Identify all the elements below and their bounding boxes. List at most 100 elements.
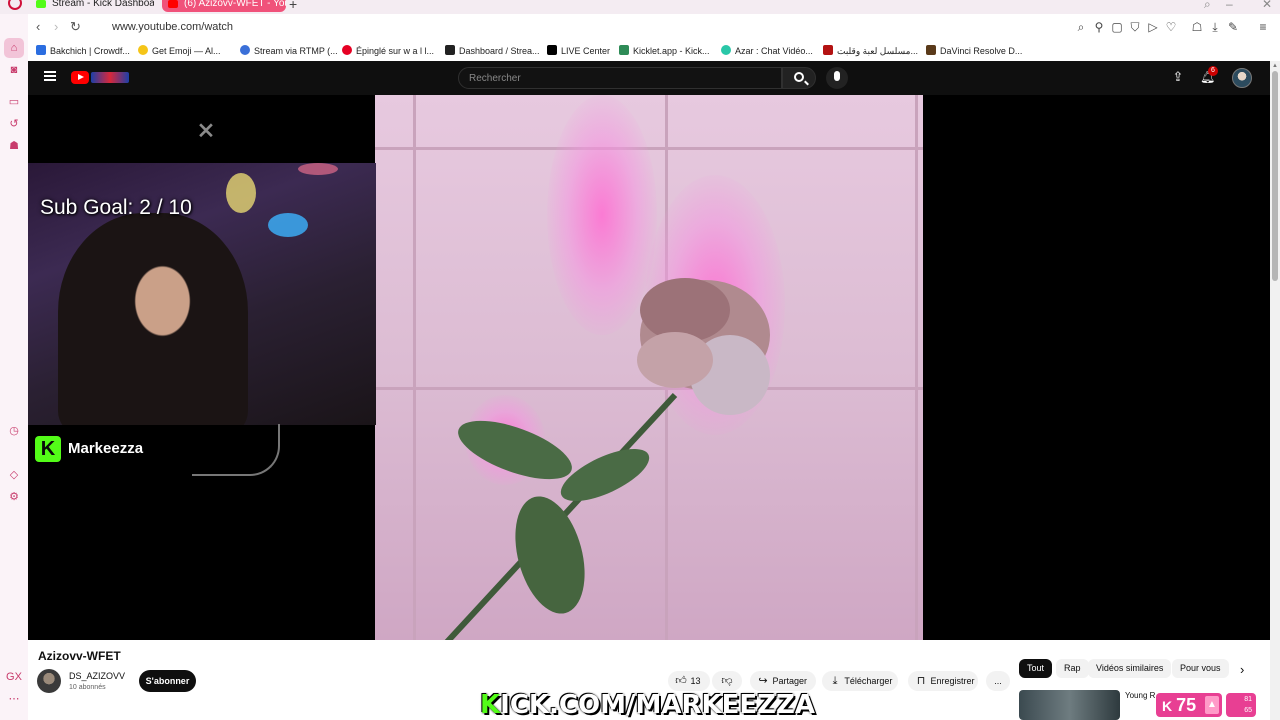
dislike-button[interactable]: 👎︎: [712, 671, 742, 691]
youtube-masthead: ⇪ 🔔︎ 6: [28, 61, 1270, 95]
wallet-icon[interactable]: ☖: [1190, 20, 1204, 34]
youtube-logo-icon[interactable]: [71, 71, 89, 84]
streamer-webcam: [58, 213, 248, 425]
video-title: Azizovv-WFET: [38, 649, 121, 663]
scroll-up-icon[interactable]: ▲: [1272, 63, 1278, 69]
search-box: [458, 67, 782, 89]
bookmark-favicon-icon: [445, 45, 455, 55]
page-scrollbar[interactable]: ▲: [1270, 61, 1280, 720]
tab-youtube-video[interactable]: (6) Azizovv-WFET - YouT...: [162, 0, 286, 12]
share-button[interactable]: ↪ Partager: [750, 671, 816, 691]
gamepad-icon[interactable]: ◙: [6, 63, 22, 77]
pinboard-icon[interactable]: ◇: [6, 468, 22, 482]
play-icon[interactable]: ▷: [1146, 20, 1160, 34]
search-input[interactable]: [469, 68, 769, 88]
twitch-icon[interactable]: ▭: [6, 95, 22, 109]
bookmark-item[interactable]: Azar : Chat Vidéo...: [721, 44, 813, 58]
arrow-up-icon: ▲: [1205, 696, 1219, 714]
hamburger-menu-icon[interactable]: [44, 71, 56, 81]
back-icon[interactable]: ‹: [36, 19, 40, 34]
search-tabs-icon[interactable]: ⌕: [1204, 0, 1211, 12]
notification-count-badge: 6: [1208, 66, 1218, 76]
rose-illustration: [444, 278, 770, 640]
heart-icon[interactable]: ♡: [1164, 20, 1178, 34]
snapshot-icon[interactable]: ▢: [1110, 20, 1124, 34]
menu-icon[interactable]: ≡: [1256, 20, 1270, 34]
thumbs-down-icon: 👎︎: [721, 675, 733, 687]
more-icon[interactable]: ⋯: [6, 692, 22, 706]
channel-name[interactable]: DS_AZIZOVV: [69, 671, 125, 681]
extensions-icon[interactable]: ✎: [1226, 20, 1240, 34]
bookmark-item[interactable]: DaVinci Resolve D...: [926, 44, 1022, 58]
stat-value: 81: [1244, 696, 1252, 703]
recommendation-thumbnail[interactable]: [1019, 690, 1120, 720]
pinterest-favicon-icon: [342, 45, 352, 55]
vpn-shield-icon[interactable]: ⛉: [1128, 20, 1142, 34]
subscribe-button[interactable]: S'abonner: [139, 670, 196, 692]
forward-icon[interactable]: ›: [54, 19, 58, 34]
more-actions-button[interactable]: ...: [986, 671, 1010, 691]
scroll-thumb[interactable]: [1272, 71, 1278, 281]
history-icon[interactable]: ↺: [6, 117, 22, 131]
zoom-icon[interactable]: ⌕: [1074, 20, 1088, 34]
pin-icon[interactable]: ⚲: [1092, 20, 1106, 34]
home-icon[interactable]: ⌂: [6, 41, 22, 55]
chip-for-you[interactable]: Pour vous: [1172, 659, 1229, 678]
bookmark-item[interactable]: Get Emoji — Al...: [138, 44, 221, 58]
account-avatar[interactable]: [1232, 68, 1252, 88]
url-field[interactable]: www.youtube.com/watch: [112, 21, 233, 33]
chip-all[interactable]: Tout: [1019, 659, 1053, 678]
tab-label: (6) Azizovv-WFET - YouT...: [184, 0, 286, 9]
chip-rap[interactable]: Rap: [1056, 659, 1089, 678]
minimize-icon[interactable]: –: [1226, 0, 1233, 11]
tab-kick-dashboard[interactable]: Stream - Kick Dashboard: [30, 0, 154, 12]
bookmark-favicon-icon: [823, 45, 833, 55]
bookmark-item[interactable]: مسلسل لعبة وقلبت...: [823, 44, 918, 58]
download-icon[interactable]: ⤓: [1208, 20, 1222, 34]
search-button[interactable]: [782, 67, 816, 89]
bookmark-item[interactable]: Kicklet.app - Kick...: [619, 44, 710, 58]
save-button[interactable]: ⊓ Enregistrer: [908, 671, 978, 691]
davinci-favicon-icon: [926, 45, 936, 55]
channel-avatar[interactable]: [37, 669, 61, 693]
thumbs-up-icon: 👍︎: [675, 675, 687, 687]
bookmark-item[interactable]: Épinglé sur w a l l...: [342, 44, 434, 58]
bookmark-item[interactable]: Stream via RTMP (...: [240, 44, 338, 58]
save-label: Enregistrer: [930, 676, 975, 686]
bookmark-favicon-icon: [721, 45, 731, 55]
chips-next-icon[interactable]: ›: [1240, 662, 1244, 677]
bookmark-item[interactable]: Dashboard / Strea...: [445, 44, 540, 58]
video-player[interactable]: ⨯ Sub Goal: 2 / 10 K Markeezza: [28, 95, 1270, 640]
share-icon: ↪: [758, 675, 768, 687]
neon-light: [268, 213, 308, 237]
country-flag-logo: [91, 72, 129, 83]
search-icon: [794, 72, 804, 82]
bookmark-item[interactable]: Bakchich | Crowdf...: [36, 44, 130, 58]
subscriber-count: 10 abonnés: [69, 684, 106, 691]
stat-value: 65: [1244, 707, 1252, 714]
new-tab-button[interactable]: +: [289, 0, 297, 12]
opera-logo-icon[interactable]: [8, 0, 22, 10]
kick-logo-icon: K: [35, 436, 61, 462]
voice-search-icon[interactable]: [826, 67, 848, 89]
discord-icon[interactable]: ☗: [6, 139, 22, 153]
reload-icon[interactable]: ↻: [70, 19, 81, 35]
sub-goal-label: Sub Goal: 2 / 10: [40, 196, 192, 219]
browser-tab-strip: Stream - Kick Dashboard (6) Azizovv-WFET…: [0, 0, 1280, 14]
chip-similar-videos[interactable]: Vidéos similaires: [1088, 659, 1172, 678]
share-label: Partager: [772, 676, 808, 686]
tab-label: Stream - Kick Dashboard: [52, 0, 154, 9]
kick-channel-url-overlay: KICK.COM/MARKEEZZA: [480, 690, 815, 720]
bookmark-item[interactable]: LIVE Center: [547, 44, 610, 58]
settings-icon[interactable]: ⚙: [6, 490, 22, 504]
gx-icon[interactable]: GX: [6, 670, 22, 684]
close-window-icon[interactable]: ✕: [1262, 0, 1272, 11]
clock-icon[interactable]: ◷: [6, 424, 22, 438]
like-button[interactable]: 👍︎ 13: [668, 671, 710, 691]
capcut-logo-icon: ⨯: [196, 117, 216, 142]
viewer-count-badge: K 75 ▲: [1156, 693, 1222, 717]
overlay-decoration: [192, 424, 280, 476]
download-button[interactable]: ⤓ Télécharger: [822, 671, 898, 691]
browser-sidebar: ⌂ ◙ ▭ ↺ ☗ ◷ ◇ ⚙ GX ⋯: [0, 14, 28, 720]
create-upload-icon[interactable]: ⇪: [1171, 70, 1185, 84]
